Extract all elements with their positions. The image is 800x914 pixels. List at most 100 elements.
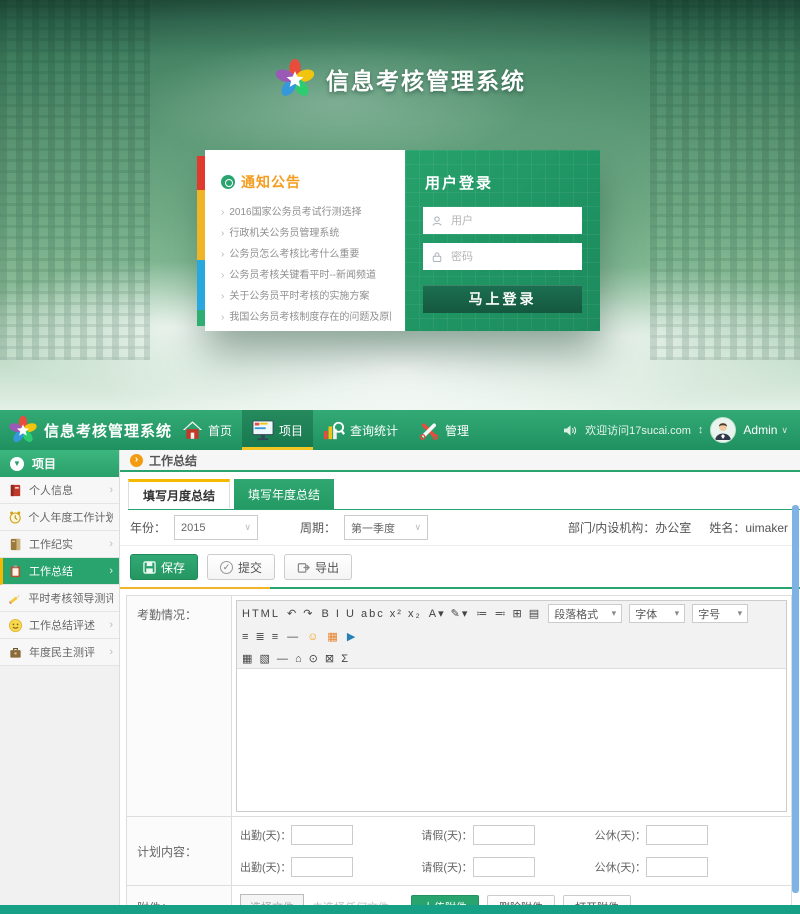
nav-item-statistics[interactable]: 查询统计 [313, 410, 408, 450]
sidebar-item-summary-review[interactable]: 工作总结评述 [0, 612, 119, 639]
attendance-row: 考勤情况： HTML ↶ ↷ B I U abc x² x₂ A▾ ✎▾ ≔ ≕… [127, 596, 791, 817]
notice-link[interactable]: 公务员怎么考核比考什么重要 [221, 244, 391, 265]
color-strip-decoration [197, 156, 205, 326]
login-panel: 通知公告 2016国家公务员考试行测选择 行政机关公务员管理系统 公务员怎么考核… [205, 150, 600, 331]
navbar-title: 信息考核管理系统 [44, 420, 172, 441]
export-label: 导出 [315, 559, 339, 576]
filter-row: 年份： 2015 周期： 第一季度 部门/内设机构：办公室 姓名：uimaker [120, 510, 800, 546]
brown-book-icon [8, 537, 23, 552]
notice-link[interactable]: 关于公务员平时考核的实施方案 [221, 286, 391, 307]
footer-bar [0, 905, 800, 914]
user-menu[interactable]: Admin [743, 423, 788, 437]
sidebar-item-democratic-evaluation[interactable]: 年度民主测评 [0, 639, 119, 666]
nav-item-home[interactable]: 首页 [172, 410, 242, 450]
smiley-icon [8, 618, 23, 633]
top-navbar: 信息考核管理系统 首页 项目 [0, 410, 800, 450]
breadcrumb-label: 工作总结 [149, 452, 197, 469]
align-buttons[interactable]: ≡ ≣ ≡ [242, 630, 280, 643]
notice-link[interactable]: 2016国家公务员考试行测选择 [221, 202, 391, 223]
login-submit-button[interactable]: 马上登录 [423, 285, 582, 313]
sidebar-item-work-summary[interactable]: 工作总结 [0, 558, 119, 585]
page-scrollbar[interactable] [792, 505, 799, 893]
list-indent-buttons[interactable]: ≔ ≕ ⊞ ▤ [476, 607, 541, 620]
chevron-down-icon: ▼ [10, 457, 24, 471]
nav-item-label: 首页 [208, 422, 232, 439]
notice-link[interactable]: 行政机关公务员管理系统 [221, 223, 391, 244]
speaker-icon [563, 424, 578, 437]
sidebar-item-annual-plan[interactable]: 个人年度工作计划 [0, 504, 119, 531]
server-rack-decoration [650, 0, 800, 360]
sidebar-item-personal-info[interactable]: 个人信息 [0, 477, 119, 504]
accent-divider [120, 587, 800, 589]
sidebar-item-label: 个人年度工作计划 [28, 509, 113, 525]
editor-toolbar: HTML ↶ ↷ B I U abc x² x₂ A▾ ✎▾ ≔ ≕ ⊞ ▤ 段… [237, 601, 786, 669]
font-size-dropdown[interactable]: 字号 [692, 604, 748, 623]
alarm-clock-icon [8, 510, 22, 525]
tab-annual-summary[interactable]: 填写年度总结 [234, 479, 334, 509]
chart-magnifier-icon [323, 420, 345, 441]
nav-item-admin[interactable]: 管理 [408, 410, 479, 450]
welcome-text: 欢迎访问17sucai.com [585, 422, 691, 438]
nav-item-projects[interactable]: 项目 [242, 410, 313, 450]
color-buttons[interactable]: A▾ ✎▾ [429, 607, 470, 620]
period-value: 第一季度 [351, 520, 395, 536]
field-group: 公休(天)： [595, 825, 708, 845]
paragraph-format-label: 段落格式 [554, 606, 598, 622]
work-days-input-2[interactable] [291, 857, 353, 877]
submit-button[interactable]: ✓ 提交 [207, 554, 275, 580]
sidebar-item-label: 平时考核领导测评 [28, 590, 113, 606]
media-button[interactable]: ▶ [347, 630, 357, 643]
holiday-days-input-2[interactable] [646, 857, 708, 877]
sidebar-item-label: 工作总结评述 [29, 617, 95, 633]
font-family-dropdown[interactable]: 字体 [629, 604, 685, 623]
period-label: 周期： [300, 519, 336, 536]
briefcase-icon [8, 645, 23, 660]
lock-icon [431, 250, 443, 264]
period-select[interactable]: 第一季度 [344, 515, 428, 540]
page: 信息考核管理系统 通知公告 2016国家公务员考试行测选择 行政机关公务员管理系… [0, 0, 800, 914]
undo-redo-buttons[interactable]: ↶ ↷ [287, 607, 315, 620]
sidebar-header-projects[interactable]: ▼ 项目 [0, 450, 119, 477]
notice-link[interactable]: 公务员考核关键看平时--新闻频道 [221, 265, 391, 286]
holiday-days-input-1[interactable] [646, 825, 708, 845]
tab-monthly-summary[interactable]: 填写月度总结 [128, 479, 230, 509]
emoji-button[interactable]: ☺ [307, 631, 320, 643]
tools-icon [418, 420, 440, 441]
sidebar-item-leader-evaluation[interactable]: 平时考核领导测评 [0, 585, 119, 612]
password-input[interactable] [451, 251, 574, 263]
image-button[interactable]: ▦ [327, 630, 339, 643]
leave-days-input-2[interactable] [473, 857, 535, 877]
sidebar-item-label: 个人信息 [29, 482, 73, 498]
work-days-label: 出勤(天)： [240, 827, 291, 843]
breadcrumb: 工作总结 [120, 450, 800, 472]
tab-bar: 填写月度总结 填写年度总结 [128, 479, 800, 510]
save-button[interactable]: 保存 [130, 554, 198, 580]
avatar[interactable] [710, 417, 736, 443]
year-select[interactable]: 2015 [174, 515, 258, 540]
clipboard-icon [8, 564, 23, 579]
work-days-input-1[interactable] [291, 825, 353, 845]
notice-link[interactable]: 我国公务员考核制度存在的问题及原因 [221, 307, 391, 328]
username-input[interactable] [451, 215, 574, 227]
table-formula-buttons[interactable]: ▦ ▧ — ⌂ ⊙ ⊠ Σ [242, 652, 781, 665]
plan-row: 计划内容： 出勤(天)： 请假(天)： 公休(天)： [127, 817, 791, 886]
rich-text-editor: HTML ↶ ↷ B I U abc x² x₂ A▾ ✎▾ ≔ ≕ ⊞ ▤ 段… [236, 600, 787, 812]
source-button[interactable]: HTML [242, 608, 280, 620]
red-notebook-icon [8, 483, 23, 498]
paragraph-format-dropdown[interactable]: 段落格式 [548, 604, 622, 623]
sort-arrows-icon[interactable]: ↕ [698, 424, 704, 436]
leave-days-input-1[interactable] [473, 825, 535, 845]
nav-item-label: 项目 [279, 422, 303, 439]
plan-subrow-2: 出勤(天)： 请假(天)： 公休(天)： [236, 851, 787, 883]
sidebar-item-work-record[interactable]: 工作纪实 [0, 531, 119, 558]
hero-brand: 信息考核管理系统 [0, 58, 800, 100]
hr-button[interactable]: — [287, 631, 300, 643]
monitor-icon [252, 420, 274, 441]
export-button[interactable]: 导出 [284, 554, 352, 580]
editor-content-area[interactable] [237, 669, 786, 811]
leave-days-label: 请假(天)： [421, 859, 472, 875]
pencil-icon [8, 591, 22, 606]
export-icon [297, 561, 310, 574]
text-style-buttons[interactable]: B I U abc x² x₂ [321, 608, 421, 620]
field-group: 出勤(天)： [240, 857, 353, 877]
